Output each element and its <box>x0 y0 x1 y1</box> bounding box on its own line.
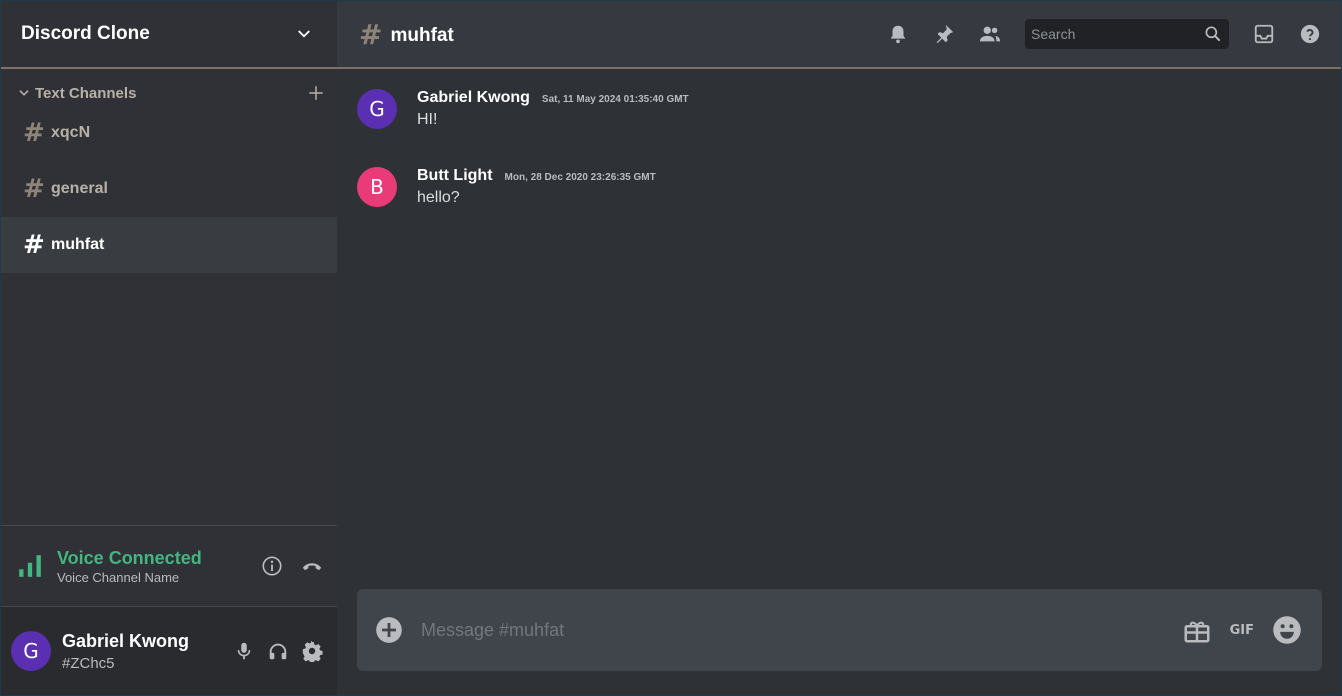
help-icon[interactable] <box>1299 23 1321 45</box>
message-author[interactable]: Butt Light <box>417 167 493 185</box>
avatar[interactable]: G <box>11 631 51 671</box>
voice-status-text: Voice Connected <box>57 547 202 568</box>
channel-item-muhfat[interactable]: # muhfat <box>1 217 337 273</box>
chevron-down-icon <box>19 90 29 96</box>
server-name: Discord Clone <box>21 23 150 44</box>
message-timestamp: Mon, 28 Dec 2020 23:26:35 GMT <box>504 172 656 183</box>
user-tag: #ZChc5 <box>62 654 115 672</box>
user-name: Gabriel Kwong <box>62 630 190 651</box>
microphone-icon[interactable] <box>233 640 255 662</box>
channel-label: xqcN <box>51 124 91 141</box>
inbox-icon[interactable] <box>1253 23 1275 45</box>
message-input[interactable] <box>421 619 1182 641</box>
channel-item-xqcn[interactable]: # xqcN <box>1 105 337 161</box>
message-item: G Gabriel Kwong Sat, 11 May 2024 01:35:4… <box>357 89 1341 129</box>
message-author[interactable]: Gabriel Kwong <box>417 89 530 107</box>
gif-button[interactable]: GIF <box>1230 623 1254 638</box>
emoji-icon[interactable] <box>1272 615 1302 645</box>
member-list-icon[interactable] <box>979 23 1001 45</box>
add-channel-icon[interactable] <box>307 84 325 102</box>
notification-bell-icon[interactable] <box>887 23 909 45</box>
info-icon[interactable] <box>261 555 283 577</box>
headphones-icon[interactable] <box>267 640 289 662</box>
voice-channel-name: Voice Channel Name <box>57 569 180 585</box>
channel-item-general[interactable]: # general <box>1 161 337 217</box>
message-text: hello? <box>417 189 460 206</box>
message-item: B Butt Light Mon, 28 Dec 2020 23:26:35 G… <box>357 167 1341 207</box>
settings-gear-icon[interactable] <box>301 640 323 662</box>
gift-icon[interactable] <box>1182 615 1212 645</box>
add-attachment-icon[interactable] <box>375 616 403 644</box>
hashtag-icon: # <box>23 230 45 260</box>
category-text-channels[interactable]: Text Channels <box>1 81 337 105</box>
disconnect-call-icon[interactable] <box>301 555 323 577</box>
pin-icon[interactable] <box>933 23 955 45</box>
channel-sidebar: Discord Clone Text Channels # xqcN # gen… <box>1 1 337 695</box>
message-text: HI! <box>417 111 438 128</box>
channel-label: general <box>51 180 108 197</box>
avatar[interactable]: B <box>357 167 397 207</box>
avatar[interactable]: G <box>357 89 397 129</box>
channel-label: muhfat <box>51 236 105 253</box>
message-composer: GIF <box>357 589 1322 671</box>
message-list: G Gabriel Kwong Sat, 11 May 2024 01:35:4… <box>337 69 1341 589</box>
app-window: Discord Clone Text Channels # xqcN # gen… <box>0 0 1342 696</box>
server-header[interactable]: Discord Clone <box>1 1 337 69</box>
chevron-down-icon[interactable] <box>295 25 313 43</box>
search-placeholder: Search <box>1031 26 1076 42</box>
channel-title: muhfat <box>390 25 454 46</box>
channel-header: # muhfat Search <box>337 1 1341 69</box>
voice-status-panel: Voice Connected Voice Channel Name <box>1 525 337 607</box>
hashtag-icon: # <box>23 118 45 148</box>
search-icon <box>1205 26 1221 42</box>
hashtag-icon: # <box>359 17 383 51</box>
signal-strength-icon <box>19 555 41 577</box>
message-timestamp: Sat, 11 May 2024 01:35:40 GMT <box>541 94 689 105</box>
hashtag-icon: # <box>23 174 45 204</box>
chat-area: # muhfat Search G Gabriel Kwong Sat, 11 … <box>337 1 1341 695</box>
category-label: Text Channels <box>35 84 137 102</box>
search-input[interactable]: Search <box>1025 19 1229 49</box>
channel-list: Text Channels # xqcN # general # muhfat <box>1 69 337 525</box>
user-panel: G Gabriel Kwong #ZChc5 <box>1 607 337 695</box>
